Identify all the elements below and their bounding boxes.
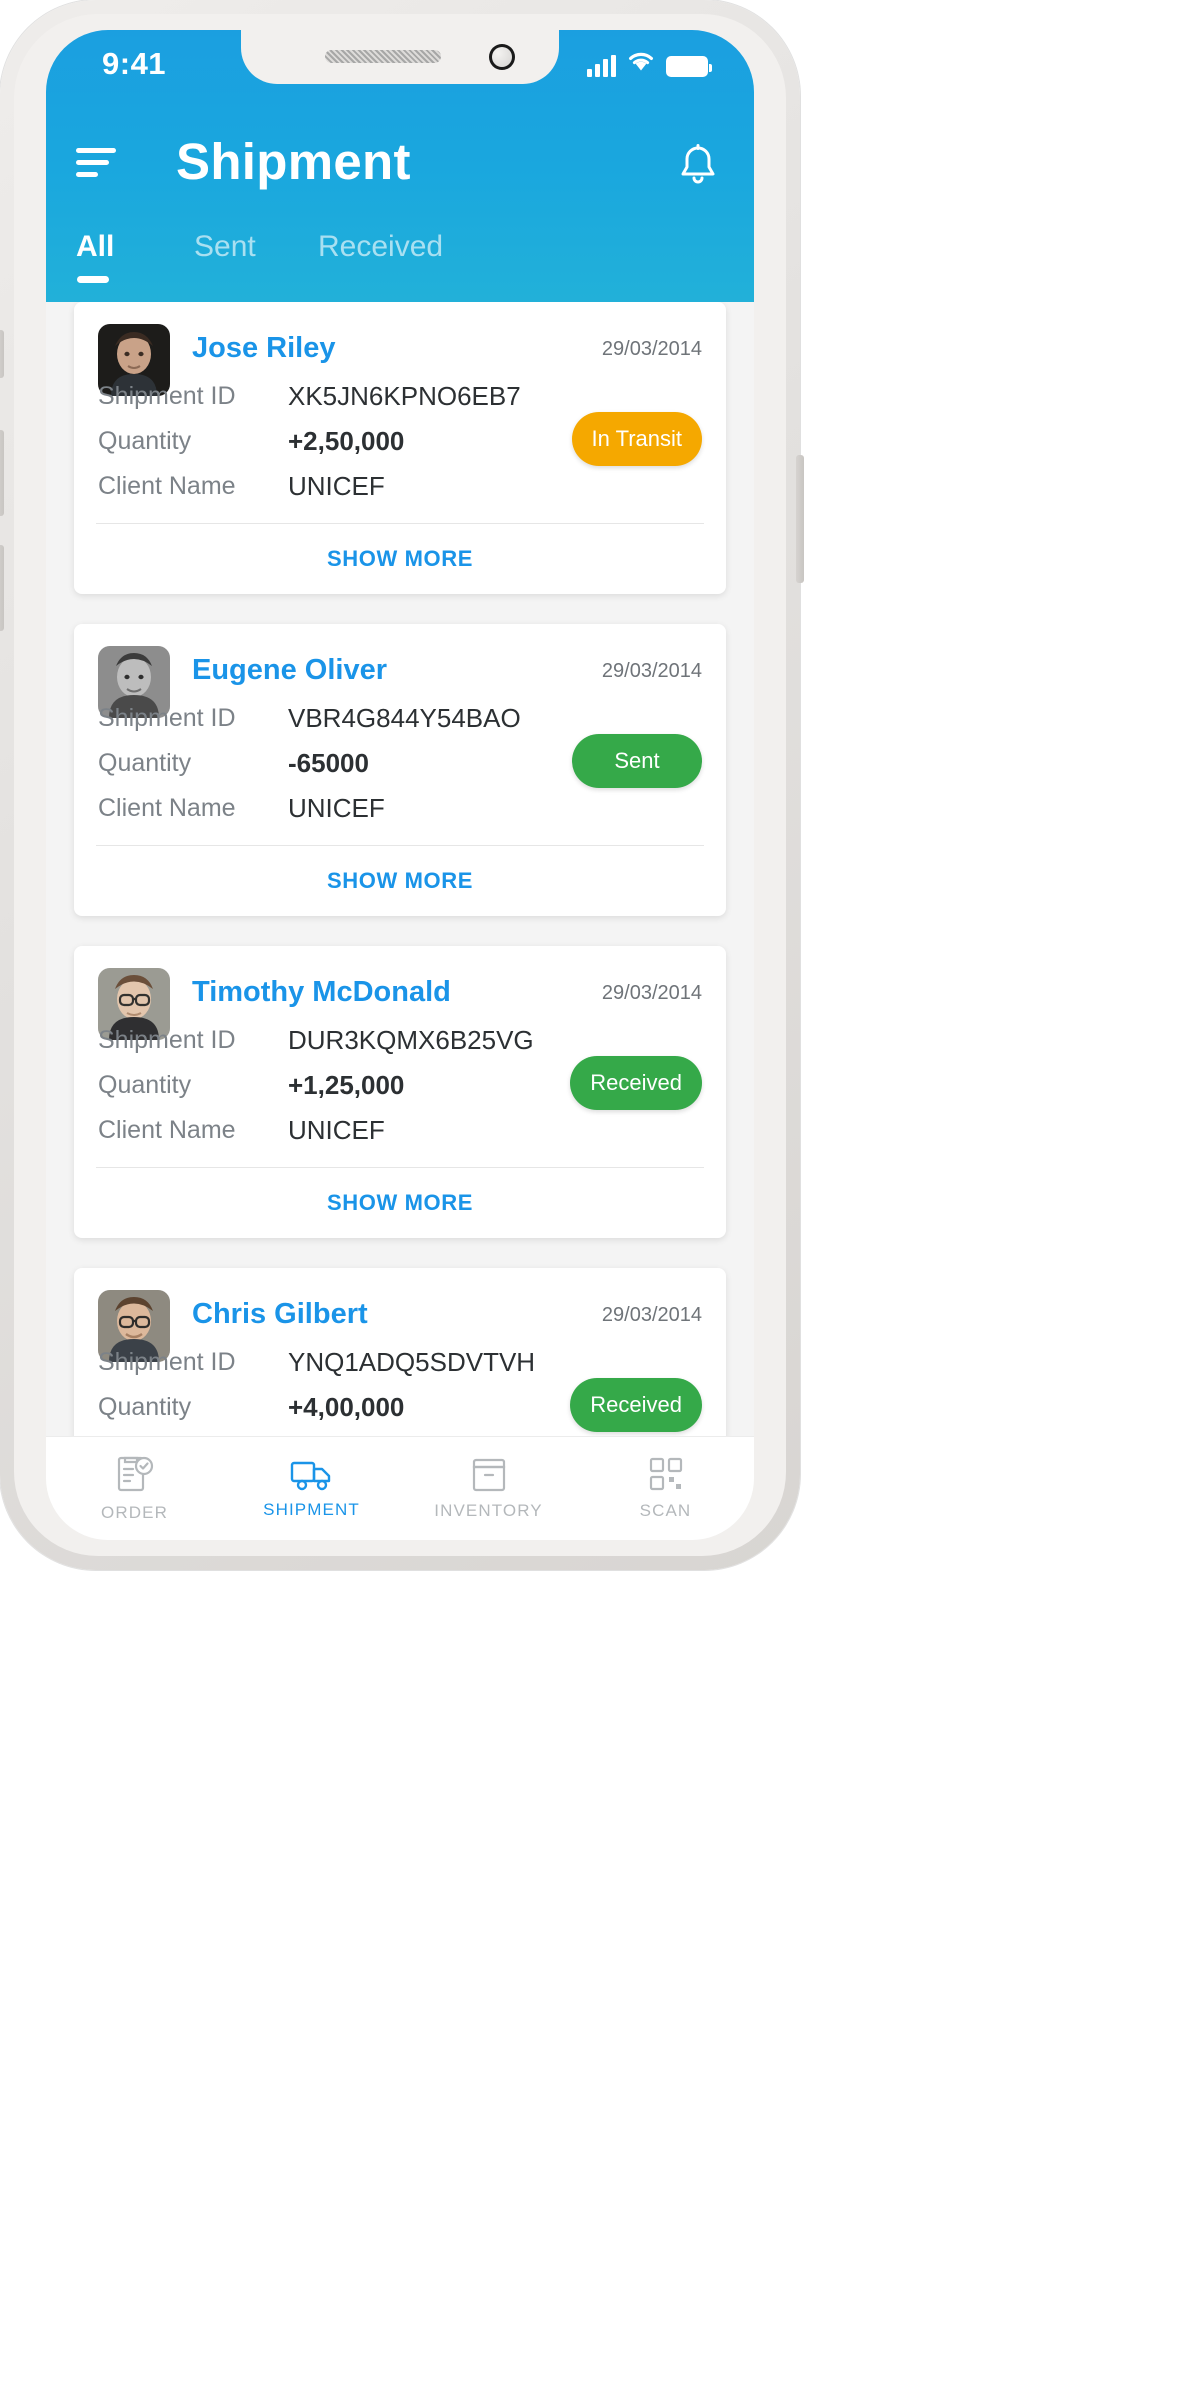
- row-label: Shipment ID: [98, 1348, 236, 1376]
- nav-label: SCAN: [639, 1501, 692, 1520]
- row-value-client-name: UNICEF: [288, 793, 385, 823]
- card-date: 29/03/2014: [601, 1304, 702, 1326]
- row-value-shipment-id: YNQ1ADQ5SDVTVH: [288, 1347, 536, 1377]
- nav-item-shipment[interactable]: SHIPMENT: [223, 1437, 400, 1540]
- title-row: Shipment: [46, 126, 754, 212]
- volume-down-button[interactable]: [0, 545, 4, 631]
- scan-qr-icon: [648, 1456, 684, 1492]
- card-person-name[interactable]: Eugene Oliver: [192, 654, 387, 687]
- row-value-shipment-id: DUR3KQMX6B25VG: [288, 1025, 534, 1055]
- shipment-card[interactable]: Jose Riley 29/03/2014 Shipment ID XK5JN6…: [74, 302, 726, 594]
- battery-full-icon: [666, 56, 712, 77]
- nav-item-order[interactable]: ORDER: [46, 1437, 223, 1540]
- row-value-shipment-id: XK5JN6KPNO6EB7: [288, 381, 521, 411]
- row-client-name: Client Name UNICEF: [98, 786, 702, 831]
- row-value-shipment-id: VBR4G844Y54BAO: [288, 703, 521, 733]
- card-person-name[interactable]: Jose Riley: [192, 332, 335, 365]
- row-label: Client Name: [98, 794, 236, 822]
- hamburger-menu-icon[interactable]: [76, 148, 116, 182]
- phone-frame: 9:41 Shipment All Sent Received Jose Ril…: [0, 0, 804, 1570]
- card-person-name[interactable]: Timothy McDonald: [192, 976, 451, 1009]
- bell-icon[interactable]: [676, 142, 720, 190]
- tab-all[interactable]: All: [76, 230, 115, 283]
- shipment-card[interactable]: Eugene Oliver 29/03/2014 Shipment ID VBR…: [74, 624, 726, 916]
- status-icons: [587, 50, 712, 77]
- row-value-client-name: UNICEF: [288, 1115, 385, 1145]
- row-label: Quantity: [98, 427, 192, 455]
- card-person-name[interactable]: Chris Gilbert: [192, 1298, 368, 1331]
- row-label: Quantity: [98, 1393, 192, 1421]
- row-label: Quantity: [98, 749, 192, 777]
- bottom-navigation: ORDER SHIPMENT INVENTORY SCAN: [46, 1436, 754, 1540]
- row-label: Quantity: [98, 1071, 192, 1099]
- tab-sent[interactable]: Sent: [194, 230, 256, 264]
- row-label: Shipment ID: [98, 382, 236, 410]
- nav-label: ORDER: [101, 1503, 168, 1522]
- row-value-quantity: +2,50,000: [288, 426, 405, 456]
- shipment-card[interactable]: Chris Gilbert 29/03/2014 Shipment ID YNQ…: [74, 1268, 726, 1442]
- card-detail-rows: Shipment ID VBR4G844Y54BAO Quantity -650…: [98, 696, 702, 845]
- wifi-icon: [627, 50, 655, 77]
- row-value-quantity: -65000: [288, 748, 369, 778]
- show-more-button[interactable]: SHOW MORE: [98, 846, 702, 916]
- earpiece-speaker: [325, 50, 441, 63]
- silent-switch[interactable]: [0, 330, 4, 378]
- nav-label: SHIPMENT: [263, 1500, 360, 1519]
- show-more-button[interactable]: SHOW MORE: [98, 524, 702, 594]
- tab-all-label: All: [76, 230, 115, 263]
- status-badge[interactable]: Received: [570, 1056, 702, 1110]
- row-value-quantity: +1,25,000: [288, 1070, 405, 1100]
- shipment-truck-icon: [290, 1457, 334, 1491]
- nav-item-inventory[interactable]: INVENTORY: [400, 1437, 577, 1540]
- row-label: Client Name: [98, 472, 236, 500]
- row-client-name: Client Name UNICEF: [98, 464, 702, 509]
- row-label: Client Name: [98, 1116, 236, 1144]
- row-client-name: Client Name UNICEF: [98, 1108, 702, 1153]
- card-detail-rows: Shipment ID DUR3KQMX6B25VG Quantity +1,2…: [98, 1018, 702, 1167]
- row-value-quantity: +4,00,000: [288, 1392, 405, 1422]
- row-value-client-name: UNICEF: [288, 471, 385, 501]
- tab-received[interactable]: Received: [318, 230, 443, 264]
- row-label: Shipment ID: [98, 704, 236, 732]
- front-camera: [489, 44, 515, 70]
- tab-bar: All Sent Received: [46, 230, 754, 300]
- card-date: 29/03/2014: [601, 982, 702, 1004]
- order-clipboard-icon: [116, 1454, 154, 1494]
- power-button[interactable]: [796, 455, 804, 583]
- inventory-box-icon: [471, 1456, 507, 1492]
- page-title: Shipment: [176, 133, 411, 190]
- volume-up-button[interactable]: [0, 430, 4, 516]
- shipment-card-list[interactable]: Jose Riley 29/03/2014 Shipment ID XK5JN6…: [46, 302, 754, 1442]
- status-time: 9:41: [102, 46, 167, 81]
- phone-screen: 9:41 Shipment All Sent Received Jose Ril…: [46, 30, 754, 1540]
- tab-active-indicator: [77, 276, 109, 283]
- status-badge[interactable]: Received: [570, 1378, 702, 1432]
- card-detail-rows: Shipment ID YNQ1ADQ5SDVTVH Quantity +4,0…: [98, 1340, 702, 1442]
- nav-item-scan[interactable]: SCAN: [577, 1437, 754, 1540]
- row-label: Shipment ID: [98, 1026, 236, 1054]
- status-badge[interactable]: Sent: [572, 734, 702, 788]
- cellular-signal-icon: [587, 55, 616, 77]
- phone-notch: [241, 30, 559, 84]
- nav-label: INVENTORY: [434, 1501, 543, 1520]
- show-more-button[interactable]: SHOW MORE: [98, 1168, 702, 1238]
- status-badge[interactable]: In Transit: [571, 412, 702, 466]
- card-date: 29/03/2014: [601, 338, 702, 360]
- shipment-card[interactable]: Timothy McDonald 29/03/2014 Shipment ID …: [74, 946, 726, 1238]
- card-detail-rows: Shipment ID XK5JN6KPNO6EB7 Quantity +2,5…: [98, 374, 702, 523]
- card-date: 29/03/2014: [601, 660, 702, 682]
